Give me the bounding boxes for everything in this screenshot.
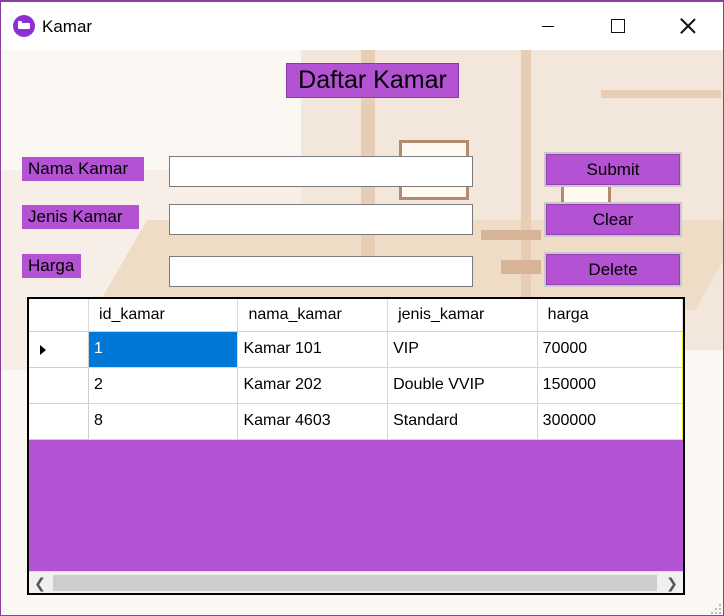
minimize-button[interactable] [513,2,583,50]
harga-input[interactable] [169,256,473,287]
table-row[interactable]: 8 Kamar 4603 Standard 300000 [29,403,683,440]
resize-grip-icon[interactable] [709,602,721,614]
column-header-id-kamar[interactable]: id_kamar [88,299,239,332]
grid-cell-harga[interactable]: 300000 [537,403,683,440]
close-button[interactable] [653,2,723,50]
grid-cell-jenis-kamar[interactable]: Double VVIP [387,367,538,404]
row-header[interactable] [29,403,90,440]
grid-corner-header[interactable] [29,299,90,332]
bed-icon [13,15,35,37]
close-icon [680,18,696,34]
grid-cell-nama-kamar[interactable]: Kamar 202 [237,367,389,404]
maximize-icon [611,19,625,33]
grid-cell-id-kamar[interactable]: 1 [88,331,239,368]
delete-button[interactable]: Delete [544,252,682,287]
grid-cell-id-kamar[interactable]: 2 [88,367,239,404]
jenis-kamar-input[interactable] [169,204,473,235]
window-title: Kamar [42,17,93,36]
row-header[interactable] [29,367,90,404]
submit-button[interactable]: Submit [544,152,682,187]
column-header-nama-kamar[interactable]: nama_kamar [237,299,389,332]
scroll-right-icon[interactable]: ❯ [661,572,683,593]
row-header[interactable] [29,331,90,368]
grid-cell-harga[interactable]: 150000 [537,367,683,404]
page-title: Daftar Kamar [286,63,459,98]
grid-cell-jenis-kamar[interactable]: VIP [387,331,538,368]
grid-header-row: id_kamar nama_kamar jenis_kamar harga [29,299,683,332]
grid-cell-nama-kamar[interactable]: Kamar 4603 [237,403,389,440]
grid-cell-jenis-kamar[interactable]: Standard [387,403,538,440]
title-bar[interactable]: Kamar [1,2,723,50]
harga-label: Harga [22,254,81,278]
nama-kamar-label: Nama Kamar [22,157,144,181]
form-client-area: Daftar Kamar Nama Kamar Jenis Kamar Harg… [1,50,723,615]
column-header-harga[interactable]: harga [537,299,683,332]
row-pointer-icon [40,344,46,355]
grid-cell-id-kamar[interactable]: 8 [88,403,239,440]
scroll-left-icon[interactable]: ❮ [29,572,51,593]
kamar-data-grid[interactable]: id_kamar nama_kamar jenis_kamar harga 1 … [27,297,685,595]
grid-table: id_kamar nama_kamar jenis_kamar harga 1 … [29,299,683,440]
column-header-jenis-kamar[interactable]: jenis_kamar [387,299,538,332]
scrollbar-thumb[interactable] [53,575,657,591]
table-row[interactable]: 1 Kamar 101 VIP 70000 [29,331,683,368]
horizontal-scrollbar[interactable]: ❮ ❯ [29,571,683,593]
nama-kamar-input[interactable] [169,156,473,187]
grid-cell-nama-kamar[interactable]: Kamar 101 [237,331,389,368]
maximize-button[interactable] [583,2,653,50]
clear-button[interactable]: Clear [544,202,682,237]
jenis-kamar-label: Jenis Kamar [22,205,139,229]
table-row[interactable]: 2 Kamar 202 Double VVIP 150000 [29,367,683,404]
minimize-icon [542,25,554,27]
grid-cell-harga[interactable]: 70000 [537,331,683,368]
app-window: Kamar Daftar Kamar Nama Kamar Jenis Kama… [0,0,724,616]
